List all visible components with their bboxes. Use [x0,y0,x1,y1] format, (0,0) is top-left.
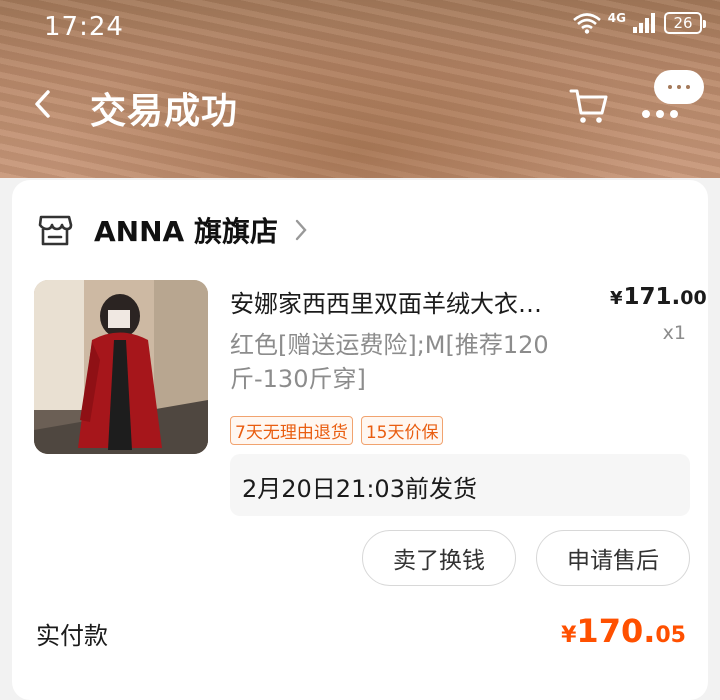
product-price: ¥ 171. 00 [610,284,707,310]
product-spec: 红色[赠送运费险];M[推荐120斤-130斤穿] [230,331,549,393]
shipping-note-box: 2月20日21:03前发货 [230,454,690,516]
payment-amount: ¥ 170. 05 [561,612,686,650]
more-menu-button[interactable] [642,70,704,128]
tag-price-protection: 15天价保 [360,416,444,445]
status-time: 17:24 [44,12,124,42]
payment-row: 实付款 ¥ 170. 05 [12,610,708,660]
payment-label: 实付款 [36,622,108,650]
header-banner: 17:24 4G 26 交易成功 [0,0,720,178]
product-quantity: x1 [662,322,686,344]
service-tags: 7天无理由退货 15天价保 [230,416,444,445]
more-dots-icon [642,110,678,118]
tag-return-policy: 7天无理由退货 [230,416,353,445]
signal-icon [633,13,655,33]
order-card: ANNA 旗旗店 安娜家西西里双面羊绒大衣… ¥ 171. 00 x1 红色[赠… [12,180,708,700]
page-title: 交易成功 [90,91,239,132]
product-title[interactable]: 安娜家西西里双面羊绒大衣… [230,284,590,319]
wifi-icon [572,13,601,34]
product-image[interactable] [34,280,208,454]
payment-decimal: 05 [655,623,686,648]
after-sale-button[interactable]: 申请售后 [536,530,690,586]
message-bubble-icon [654,70,704,104]
status-icons: 4G 26 [572,11,706,34]
price-integer: 171. [623,284,681,310]
payment-currency: ¥ [561,623,577,648]
resell-button[interactable]: 卖了换钱 [362,530,516,586]
navigation-bar: 交易成功 [0,70,720,140]
price-currency: ¥ [610,288,623,309]
battery-indicator: 26 [664,12,706,34]
store-link[interactable]: ANNA 旗旗店 [36,208,308,252]
store-name: ANNA 旗旗店 [94,215,278,248]
payment-integer: 170. [576,612,656,650]
shipping-note: 2月20日21:03前发货 [242,475,477,503]
status-bar: 17:24 4G 26 [0,0,720,56]
store-icon [38,215,73,246]
price-decimal: 00 [680,287,707,309]
battery-level: 26 [673,14,693,32]
shopping-cart-icon[interactable] [568,86,610,126]
back-arrow-icon[interactable] [28,86,58,122]
network-type: 4G [607,11,626,25]
chevron-right-icon [295,219,307,241]
